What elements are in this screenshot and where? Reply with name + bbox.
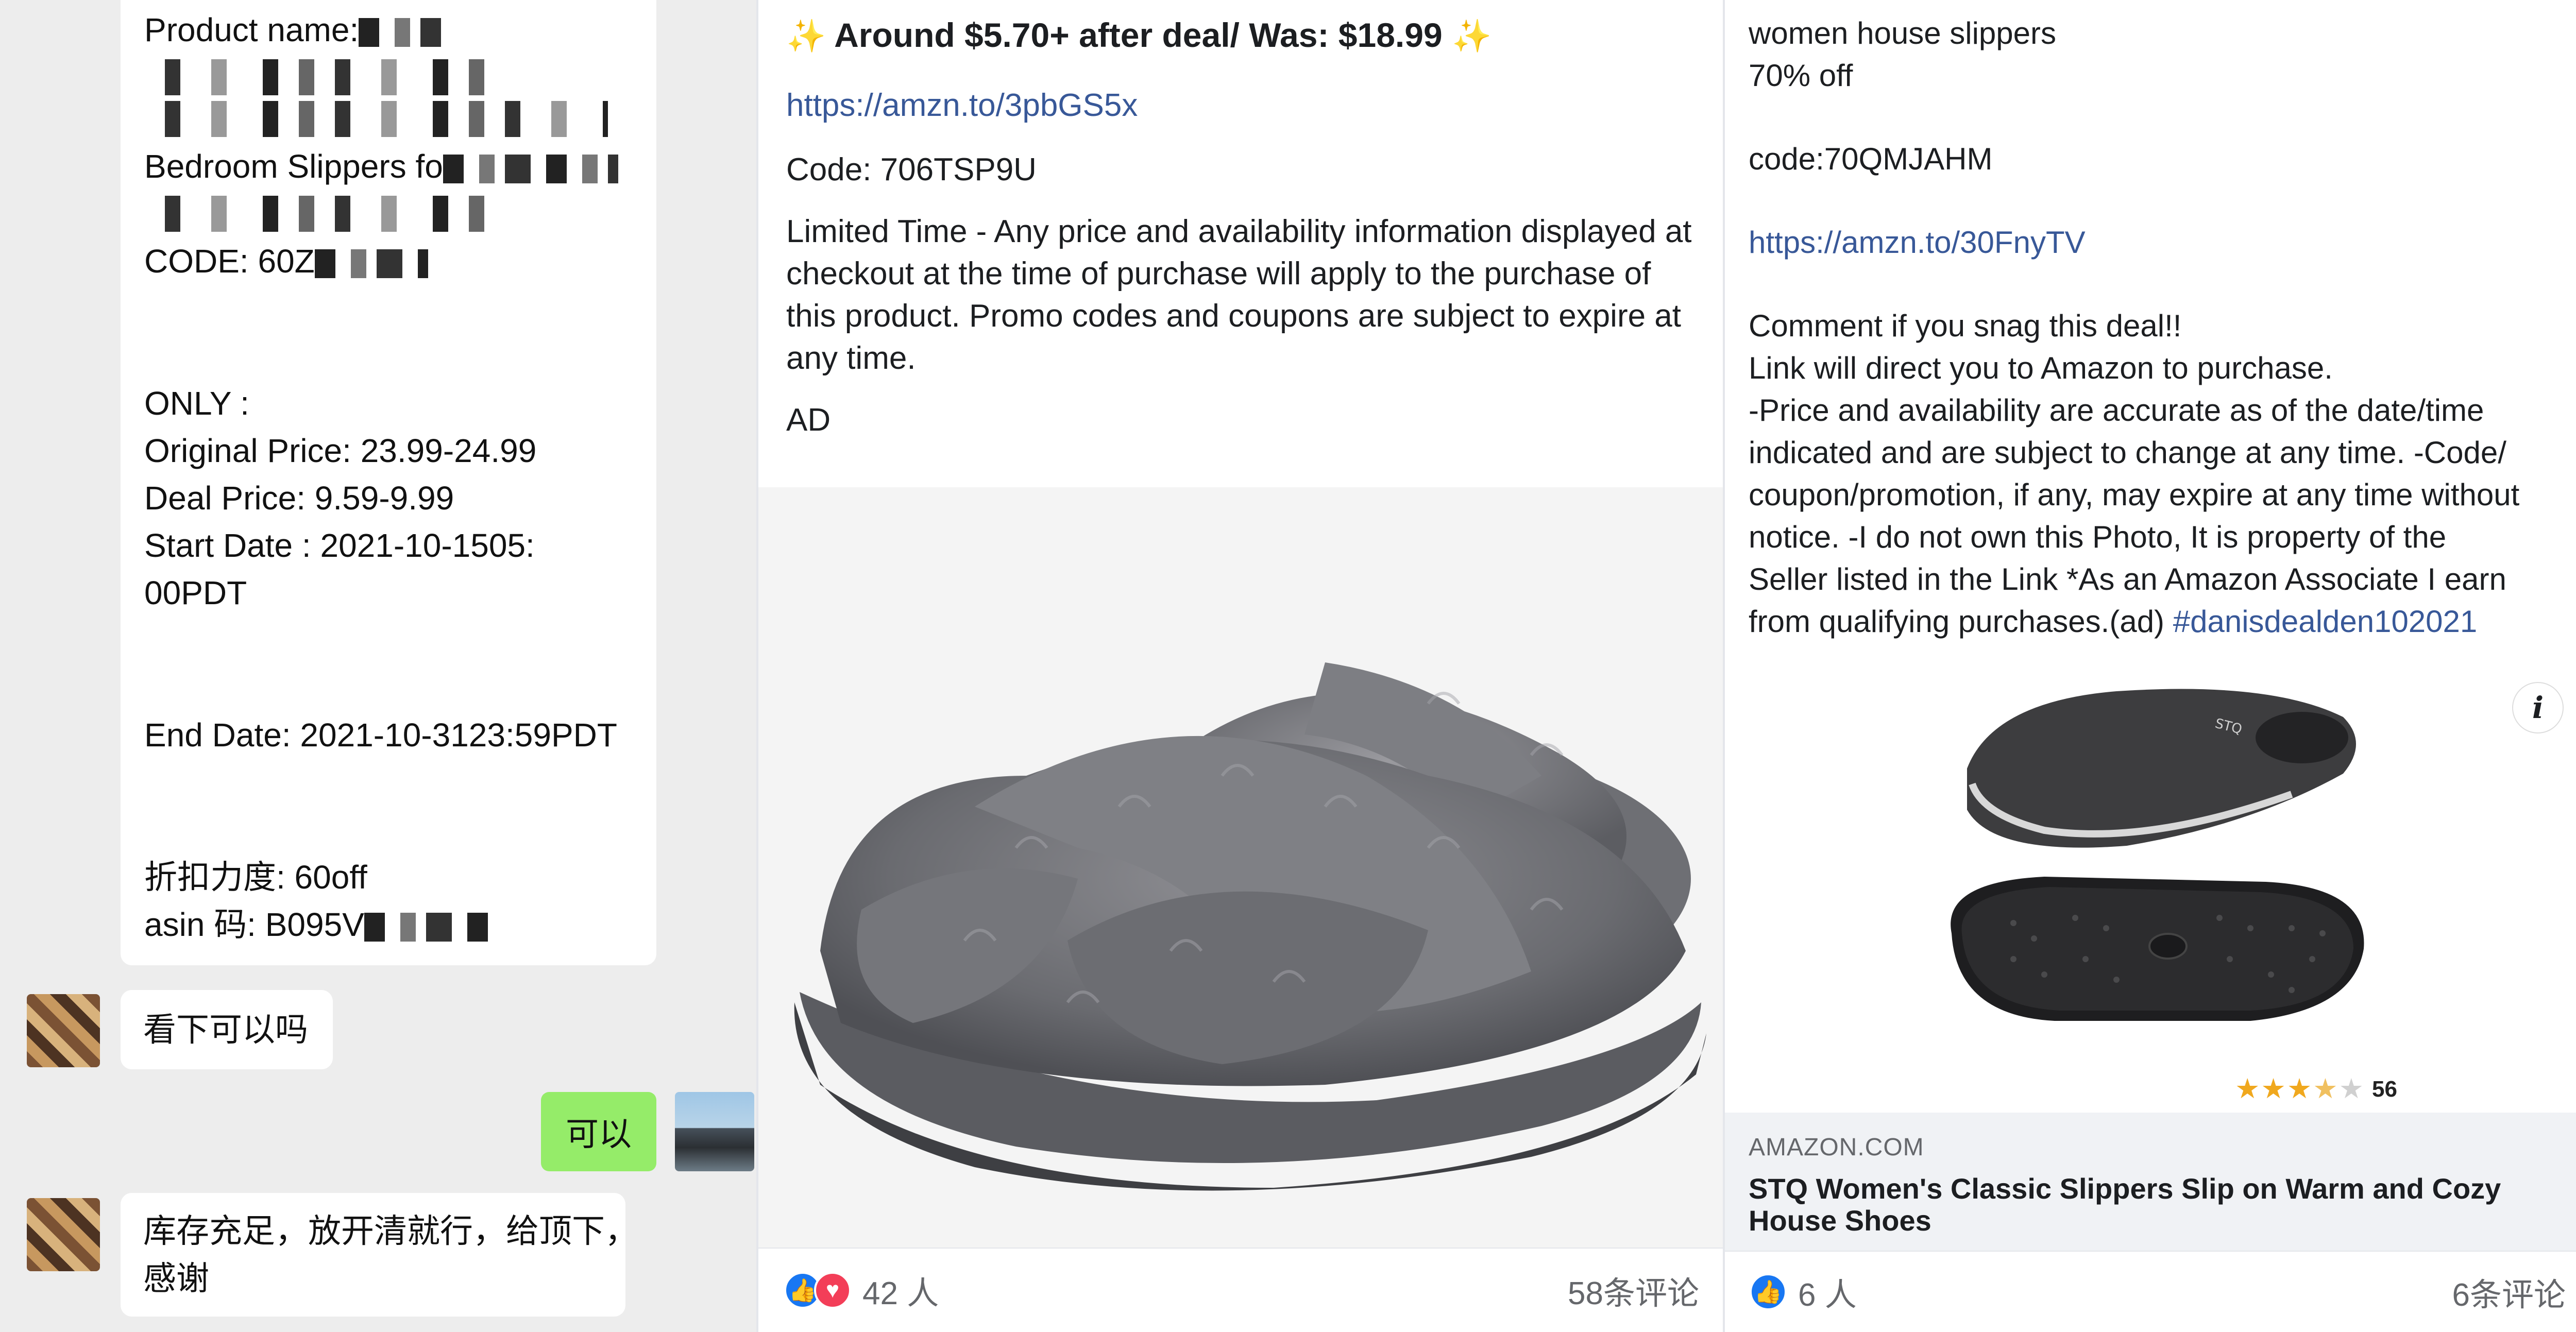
end-date: End Date: 2021-10-3123:59PDT xyxy=(144,716,617,754)
product-image[interactable]: STQ i ★★★★★ 56 xyxy=(1725,660,2576,1113)
comment-count[interactable]: 58条评论 xyxy=(1568,1267,1699,1313)
message-bubble[interactable]: 看下可以吗 xyxy=(121,990,333,1069)
original-price: Original Price: 23.99-24.99 xyxy=(144,432,537,469)
avatar[interactable] xyxy=(27,1198,100,1271)
avatar[interactable] xyxy=(675,1092,754,1171)
rating-count: 56 xyxy=(2372,1077,2397,1102)
avatar[interactable] xyxy=(27,994,100,1067)
only-label: ONLY : xyxy=(144,385,249,422)
code-line: CODE: 60Z xyxy=(144,237,633,285)
start-date: Start Date : 2021-10-1505: xyxy=(144,527,535,564)
discount: 折扣力度: 60off xyxy=(144,859,367,896)
message-text: 可以 xyxy=(566,1116,632,1153)
deal-link[interactable]: https://amzn.to/3pbGS5x xyxy=(786,82,1708,129)
asin-line: asin 码: B095V xyxy=(144,901,633,948)
deal-post-1: ✨ Around $5.70+ after deal/ Was: $18.99 … xyxy=(756,0,1725,1332)
link-title: STQ Women's Classic Slippers Slip on War… xyxy=(1749,1172,2501,1237)
promo-code: code:70QMJAHM xyxy=(1749,142,1993,176)
post-body: ✨ Around $5.70+ after deal/ Was: $18.99 … xyxy=(786,10,1708,441)
product-message-bubble[interactable]: Product name: Bedroom Slippers fo CODE: … xyxy=(121,0,656,965)
rating-stars: ★★★★★ xyxy=(2235,1073,2365,1104)
post-body: women house slippers 70% off code:70QMJA… xyxy=(1749,12,2573,643)
message-bubble[interactable]: 库存充足，放开清就行，给顶下， 感谢 xyxy=(121,1193,638,1317)
reaction-count[interactable]: 6 人 xyxy=(1798,1269,1857,1315)
post-title: ✨ Around $5.70+ after deal/ Was: $18.99 … xyxy=(786,16,1492,54)
redacted-text xyxy=(359,18,442,47)
redacted-text xyxy=(144,101,608,137)
redacted-text xyxy=(443,155,618,184)
sparkle-icon: ✨ xyxy=(786,19,826,54)
promo-code: Code: 706TSP9U xyxy=(786,152,1037,187)
like-icon[interactable]: 👍 xyxy=(1750,1273,1787,1310)
deal-post-2: women house slippers 70% off code:70QMJA… xyxy=(1723,0,2576,1332)
comment-count[interactable]: 6条评论 xyxy=(2452,1269,2566,1315)
link-domain: AMAZON.COM xyxy=(1749,1134,1924,1161)
redacted-text xyxy=(364,913,498,942)
product-name-line: Product name: xyxy=(144,6,633,54)
sparkle-icon: ✨ xyxy=(1452,19,1492,54)
post-footer: 👍 6 人 6条评论 xyxy=(1725,1251,2576,1332)
chat-panel: Product name: Bedroom Slippers fo CODE: … xyxy=(0,0,756,1332)
redacted-text xyxy=(314,249,428,279)
message-text: 感谢 xyxy=(143,1260,209,1297)
link-preview[interactable]: AMAZON.COM STQ Women's Classic Slippers … xyxy=(1725,1113,2576,1251)
hashtag-link[interactable]: #danisdealden102021 xyxy=(2173,604,2478,639)
love-icon[interactable]: ♥ xyxy=(814,1272,851,1309)
redacted-text xyxy=(144,59,495,95)
ad-label: AD xyxy=(786,402,831,438)
post-line: women house slippers xyxy=(1749,16,2056,50)
deal-link[interactable]: https://amzn.to/30FnyTV xyxy=(1749,221,2573,264)
post-footer: 👍 ♥ 42 人 58条评论 xyxy=(758,1248,1725,1332)
message-text: 看下可以吗 xyxy=(143,1011,308,1048)
start-date-cont: 00PDT xyxy=(144,574,247,611)
deal-price: Deal Price: 9.59-9.99 xyxy=(144,480,454,517)
house-slippers-image: STQ xyxy=(1725,660,2576,1113)
redacted-text xyxy=(144,196,495,232)
disclaimer-text: Limited Time - Any price and availabilit… xyxy=(786,214,1692,376)
fluffy-slippers-image xyxy=(758,487,1725,1248)
post-line: 70% off xyxy=(1749,58,1853,93)
product-name-label: Product name: xyxy=(144,11,359,48)
own-message-bubble[interactable]: 可以 xyxy=(541,1092,656,1171)
product-image[interactable] xyxy=(758,487,1725,1248)
post-body-text: Comment if you snag this deal!! Link wil… xyxy=(1749,309,2520,639)
bedroom-line: Bedroom Slippers fo xyxy=(144,143,633,190)
reaction-count[interactable]: 42 人 xyxy=(862,1267,939,1313)
message-text: 库存充足，放开清就行，给顶下， xyxy=(143,1213,638,1250)
info-icon[interactable]: i xyxy=(2512,682,2564,733)
